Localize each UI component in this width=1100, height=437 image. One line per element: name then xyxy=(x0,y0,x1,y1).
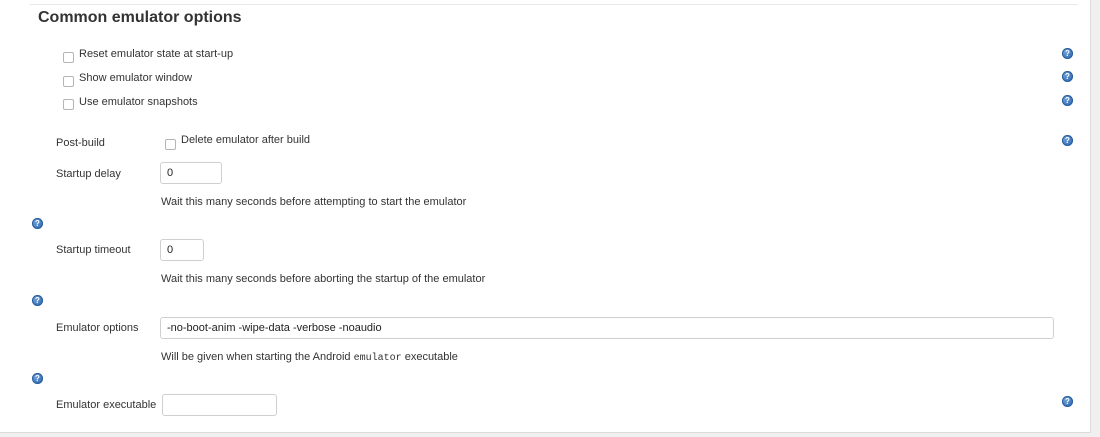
reset-emulator-checkbox[interactable] xyxy=(63,52,74,63)
delete-emulator-label: Delete emulator after build xyxy=(181,134,311,146)
help-icon[interactable]: ? xyxy=(1062,135,1073,146)
help-icon[interactable]: ? xyxy=(32,218,43,229)
startup-delay-description: Wait this many seconds before attempting… xyxy=(161,196,467,208)
emulator-options-label: Emulator options xyxy=(56,322,139,334)
description-suffix: executable xyxy=(404,351,458,363)
post-build-label: Post-build xyxy=(56,137,105,149)
delete-emulator-checkbox[interactable] xyxy=(165,139,176,150)
startup-timeout-input[interactable]: 0 xyxy=(160,239,204,261)
help-icon[interactable]: ? xyxy=(1062,396,1073,407)
divider xyxy=(30,4,1078,5)
reset-emulator-label: Reset emulator state at start-up xyxy=(79,48,234,60)
description-code: emulator xyxy=(353,353,402,364)
help-icon[interactable]: ? xyxy=(1062,95,1073,106)
description-prefix: Will be given when starting the Android xyxy=(161,351,351,363)
emulator-options-description: Will be given when starting the Android … xyxy=(161,351,458,364)
help-icon[interactable]: ? xyxy=(32,295,43,306)
emulator-executable-label: Emulator executable xyxy=(56,399,157,411)
show-window-label: Show emulator window xyxy=(79,72,193,84)
show-window-checkbox[interactable] xyxy=(63,76,74,87)
config-panel: Common emulator options Reset emulator s… xyxy=(0,0,1091,433)
use-snapshots-label: Use emulator snapshots xyxy=(79,96,198,108)
emulator-executable-input[interactable] xyxy=(162,394,277,416)
help-icon[interactable]: ? xyxy=(1062,48,1073,59)
startup-timeout-description: Wait this many seconds before aborting t… xyxy=(161,273,486,285)
emulator-options-input[interactable]: -no-boot-anim -wipe-data -verbose -noaud… xyxy=(160,317,1054,339)
help-icon[interactable]: ? xyxy=(32,373,43,384)
startup-delay-input[interactable]: 0 xyxy=(160,162,222,184)
section-title: Common emulator options xyxy=(38,9,242,26)
use-snapshots-checkbox[interactable] xyxy=(63,99,74,110)
startup-timeout-label: Startup timeout xyxy=(56,244,131,256)
startup-delay-label: Startup delay xyxy=(56,168,121,180)
help-icon[interactable]: ? xyxy=(1062,71,1073,82)
